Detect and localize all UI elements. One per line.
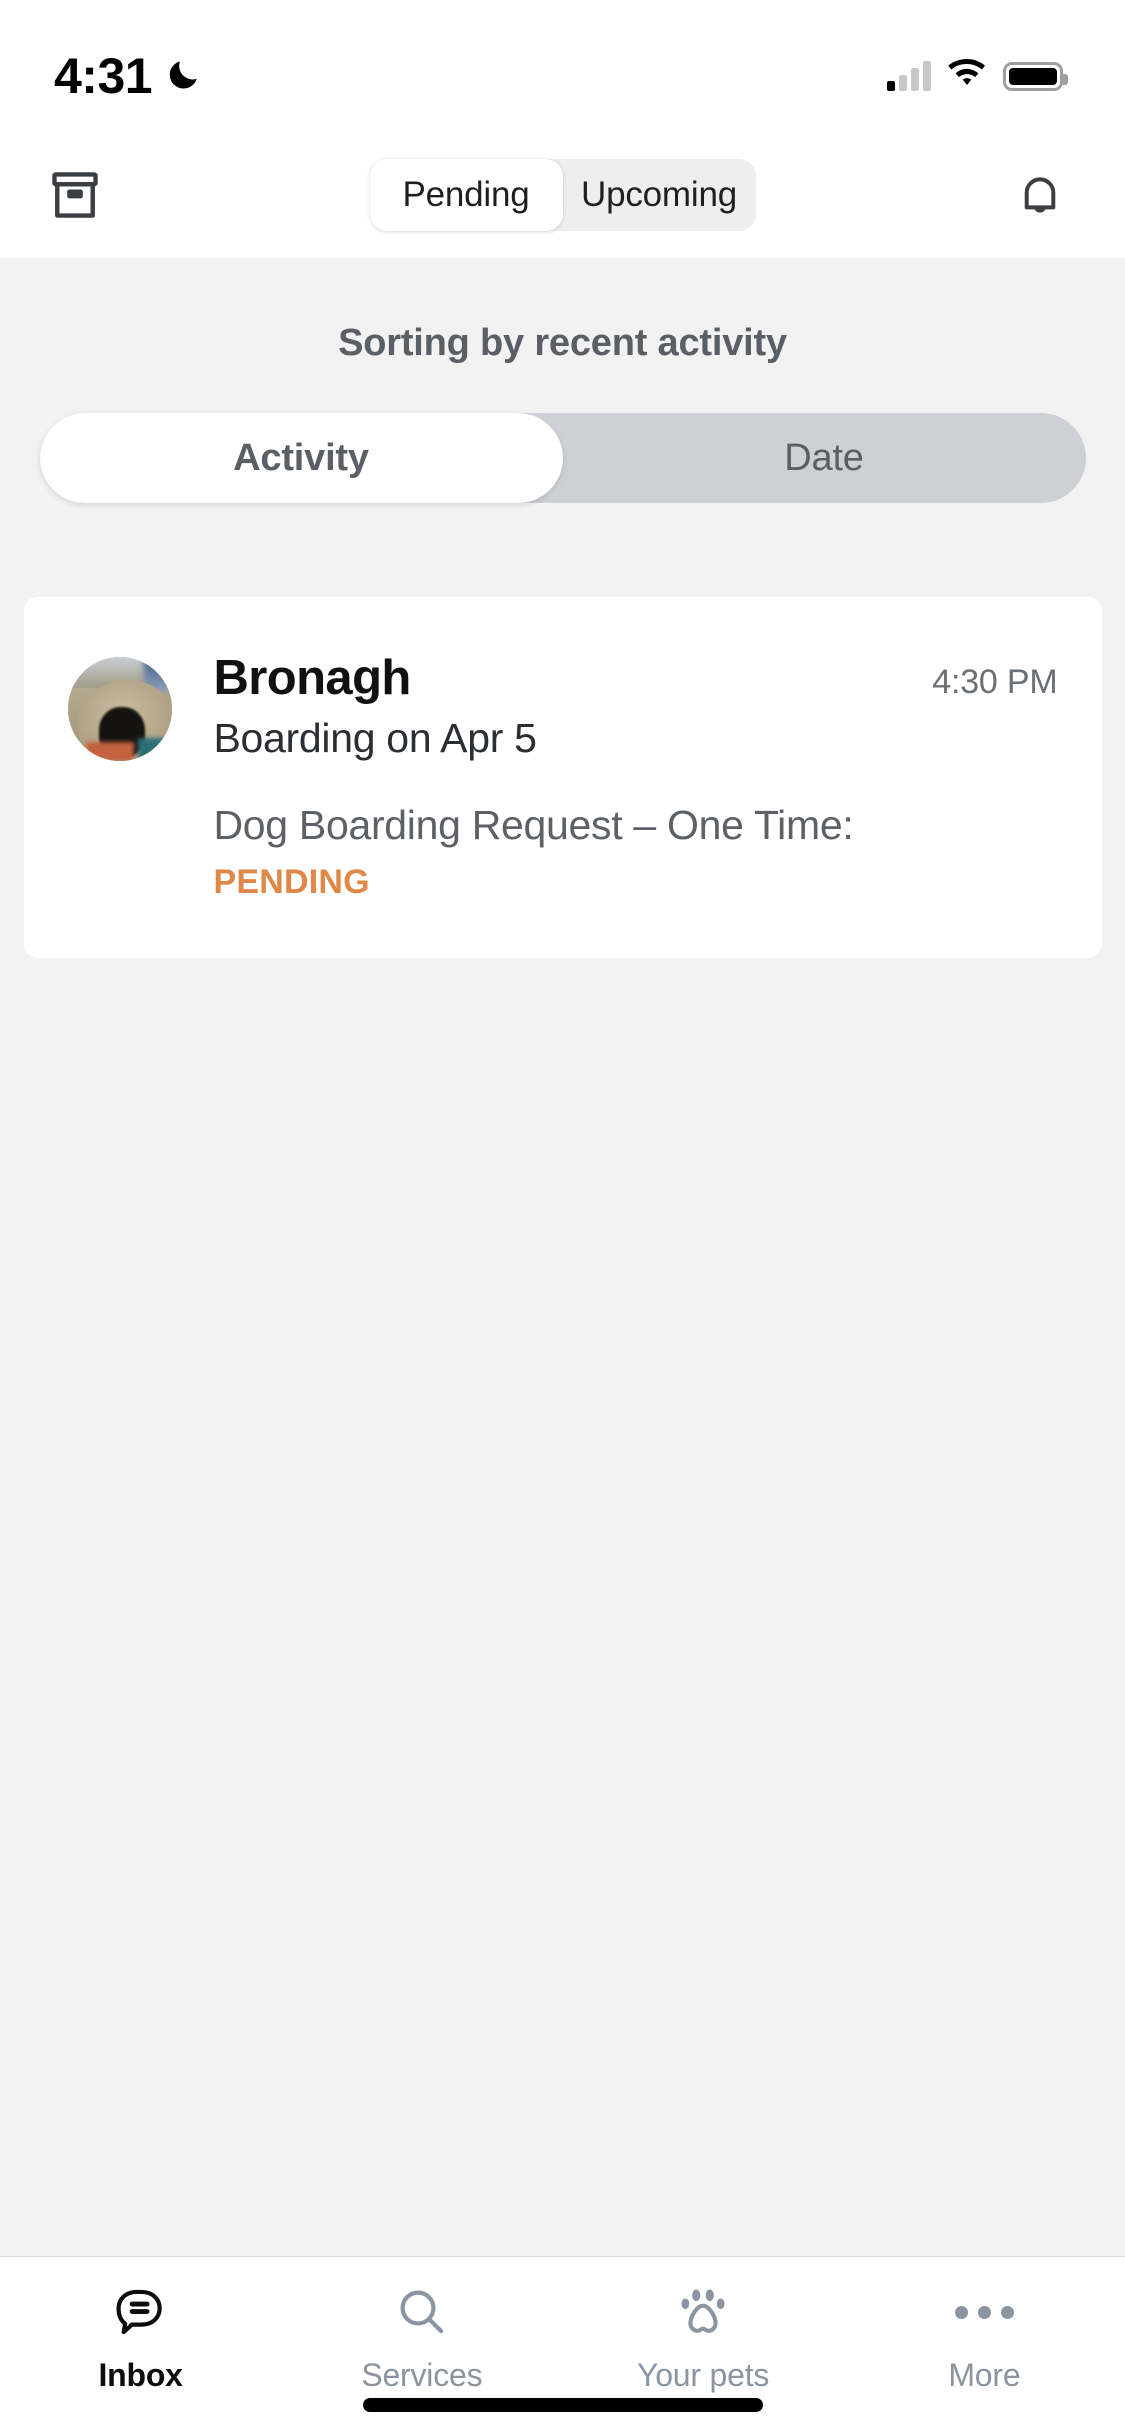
status-bar-right <box>887 58 1068 94</box>
tab-your-pets[interactable]: Your pets <box>563 2281 844 2394</box>
tab-services[interactable]: Services <box>281 2281 562 2394</box>
request-title: Dog Boarding Request – One Time: <box>213 801 854 848</box>
tab-upcoming[interactable]: Upcoming <box>563 159 756 231</box>
paw-print-icon <box>674 2281 732 2343</box>
conversation-name-row: Bronagh 4:30 PM <box>213 651 1058 705</box>
conversation-card[interactable]: Bronagh 4:30 PM Boarding on Apr 5 Dog Bo… <box>23 597 1102 958</box>
tab-pending[interactable]: Pending <box>369 159 563 231</box>
wifi-icon <box>947 58 987 94</box>
tab-more[interactable]: More <box>844 2281 1125 2394</box>
sort-option-activity[interactable]: Activity <box>39 413 563 503</box>
status-bar-clock: 4:31 <box>54 48 153 104</box>
search-icon <box>394 2281 450 2343</box>
sort-option-date[interactable]: Date <box>563 413 1086 503</box>
cellular-signal-icon <box>887 61 931 91</box>
moon-icon <box>166 56 202 97</box>
bell-icon[interactable] <box>997 152 1083 238</box>
status-bar-left: 4:31 <box>54 51 202 101</box>
contact-name: Bronagh <box>213 651 412 705</box>
conversation-body: Dog Boarding Request – One Time: PENDING <box>68 802 1058 902</box>
battery-icon <box>1003 61 1068 91</box>
app-root: 4:31 Pending Upcoming Sorting by recent … <box>0 0 1125 2436</box>
chat-bubble-icon <box>113 2281 169 2343</box>
conversation-header: Bronagh 4:30 PM Boarding on Apr 5 <box>213 651 1058 762</box>
tab-services-label: Services <box>361 2357 483 2393</box>
sort-toggle[interactable]: Activity Date <box>39 413 1086 503</box>
sort-label: Sorting by recent activity <box>338 322 787 364</box>
tab-more-label: More <box>948 2357 1021 2393</box>
tab-inbox-label: Inbox <box>98 2357 183 2393</box>
dog-photo-avatar <box>67 657 172 761</box>
home-indicator <box>362 2398 763 2412</box>
conversation-card-top: Bronagh 4:30 PM Boarding on Apr 5 <box>67 651 1058 762</box>
message-timestamp: 4:30 PM <box>932 663 1058 701</box>
archive-box-icon[interactable] <box>32 152 118 238</box>
booking-subtitle: Boarding on Apr 5 <box>213 715 537 762</box>
main-content: Sorting by recent activity Activity Date <box>0 258 1125 2256</box>
header-segmented-control[interactable]: Pending Upcoming <box>369 159 756 231</box>
tab-your-pets-label: Your pets <box>637 2357 770 2393</box>
status-bar: 4:31 <box>0 0 1125 132</box>
status-badge: PENDING <box>213 862 370 901</box>
app-header: Pending Upcoming <box>0 132 1125 258</box>
tab-inbox[interactable]: Inbox <box>0 2281 281 2394</box>
ellipsis-icon <box>954 2281 1014 2343</box>
